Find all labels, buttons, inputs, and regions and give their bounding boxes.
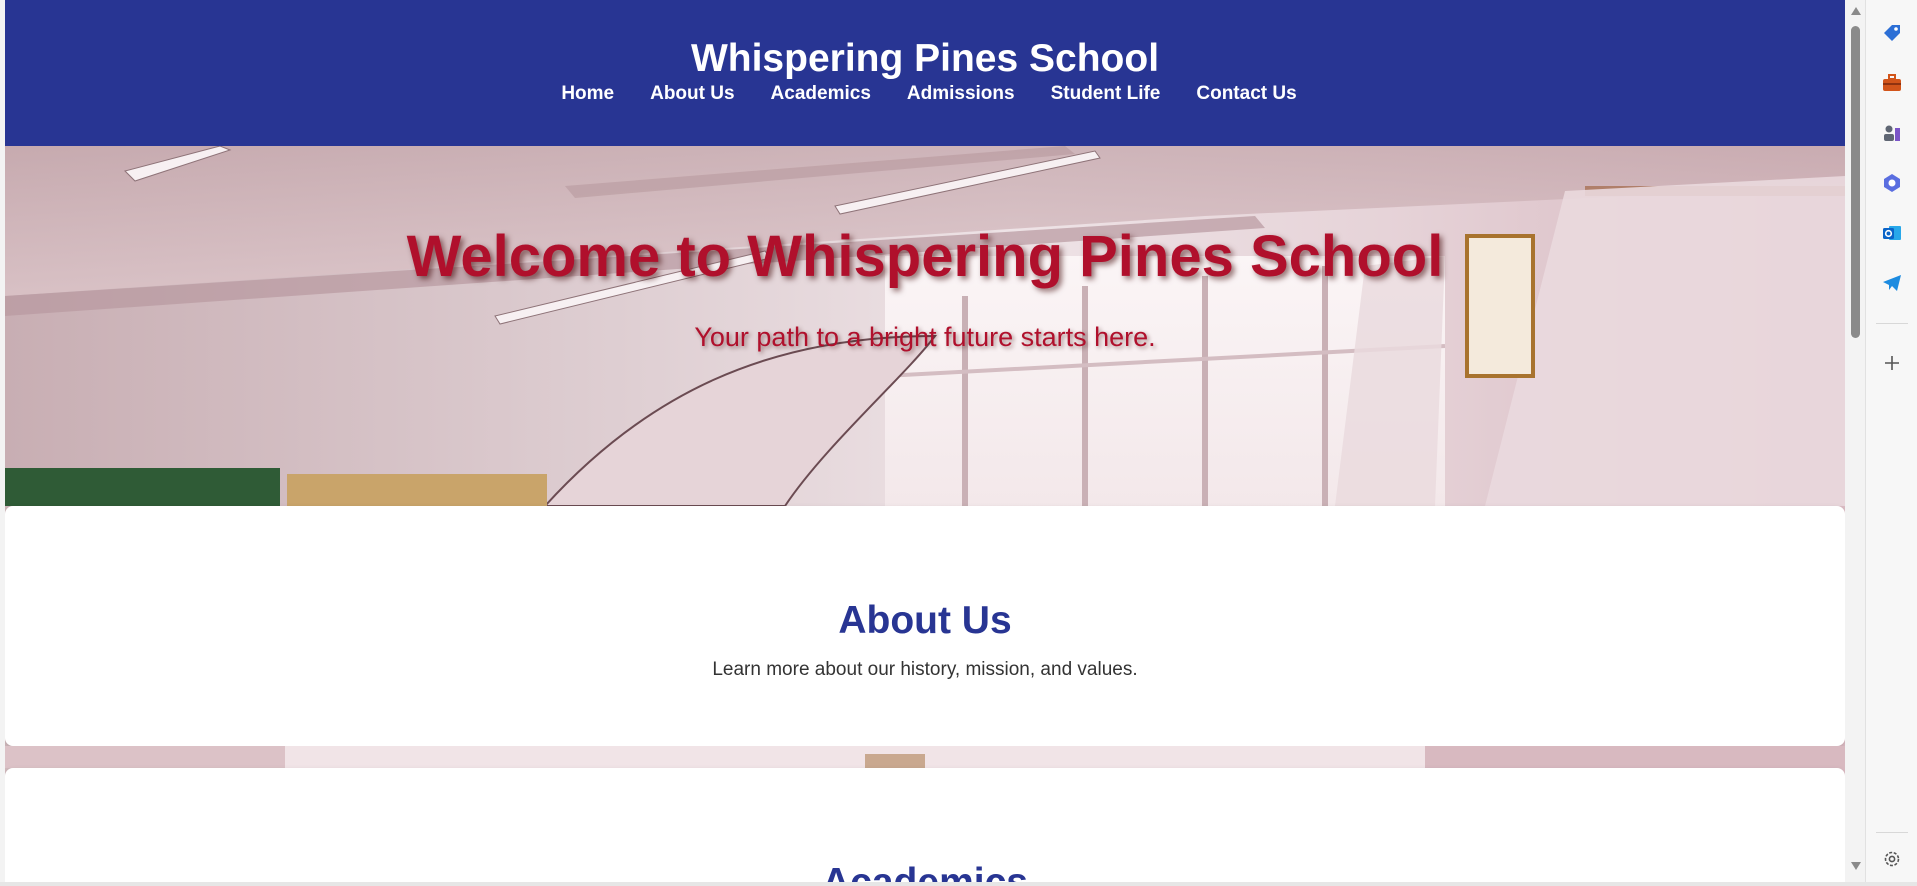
- outlook-icon[interactable]: [1879, 220, 1905, 246]
- chess-icon[interactable]: [1879, 120, 1905, 146]
- nav-student-life[interactable]: Student Life: [1051, 82, 1161, 106]
- scroll-down-icon[interactable]: [1851, 862, 1861, 870]
- hero-banner: Welcome to Whispering Pines School Your …: [5, 146, 1845, 506]
- nav-contact-us[interactable]: Contact Us: [1196, 82, 1296, 106]
- section-text: Learn more about our history, mission, a…: [712, 659, 1138, 680]
- window-bottom-edge: [0, 882, 1917, 886]
- sidebar-divider: [1876, 323, 1908, 324]
- telegram-icon[interactable]: [1879, 270, 1905, 296]
- nav-admissions[interactable]: Admissions: [907, 82, 1015, 106]
- about-us-section: About Us Learn more about our history, m…: [5, 506, 1845, 746]
- scroll-up-icon[interactable]: [1851, 7, 1861, 15]
- tag-icon[interactable]: [1879, 20, 1905, 46]
- academics-section: Academics: [5, 768, 1845, 886]
- nav-home[interactable]: Home: [561, 82, 614, 106]
- hero-title: Welcome to Whispering Pines School: [406, 224, 1444, 289]
- browser-viewport: Whispering Pines School Home About Us Ac…: [0, 0, 1865, 886]
- site-header: Whispering Pines School Home About Us Ac…: [5, 0, 1845, 146]
- settings-icon[interactable]: [1879, 846, 1905, 872]
- site-title: Whispering Pines School: [690, 37, 1160, 80]
- web-page: Whispering Pines School Home About Us Ac…: [5, 0, 1845, 886]
- section-title: About Us: [838, 599, 1012, 642]
- vertical-scrollbar[interactable]: [1846, 0, 1865, 886]
- scroll-thumb[interactable]: [1851, 26, 1860, 338]
- toolbox-icon[interactable]: [1879, 70, 1905, 96]
- copilot-icon[interactable]: [1879, 170, 1905, 196]
- sidebar-divider: [1876, 832, 1908, 833]
- browser-sidebar: [1865, 0, 1917, 886]
- add-icon[interactable]: [1879, 350, 1905, 376]
- nav-about-us[interactable]: About Us: [650, 82, 734, 106]
- nav-academics[interactable]: Academics: [771, 82, 871, 106]
- background-strip: [5, 746, 1845, 768]
- main-nav: Home About Us Academics Admissions Stude…: [5, 82, 1845, 106]
- hero-subtitle: Your path to a bright future starts here…: [694, 322, 1156, 352]
